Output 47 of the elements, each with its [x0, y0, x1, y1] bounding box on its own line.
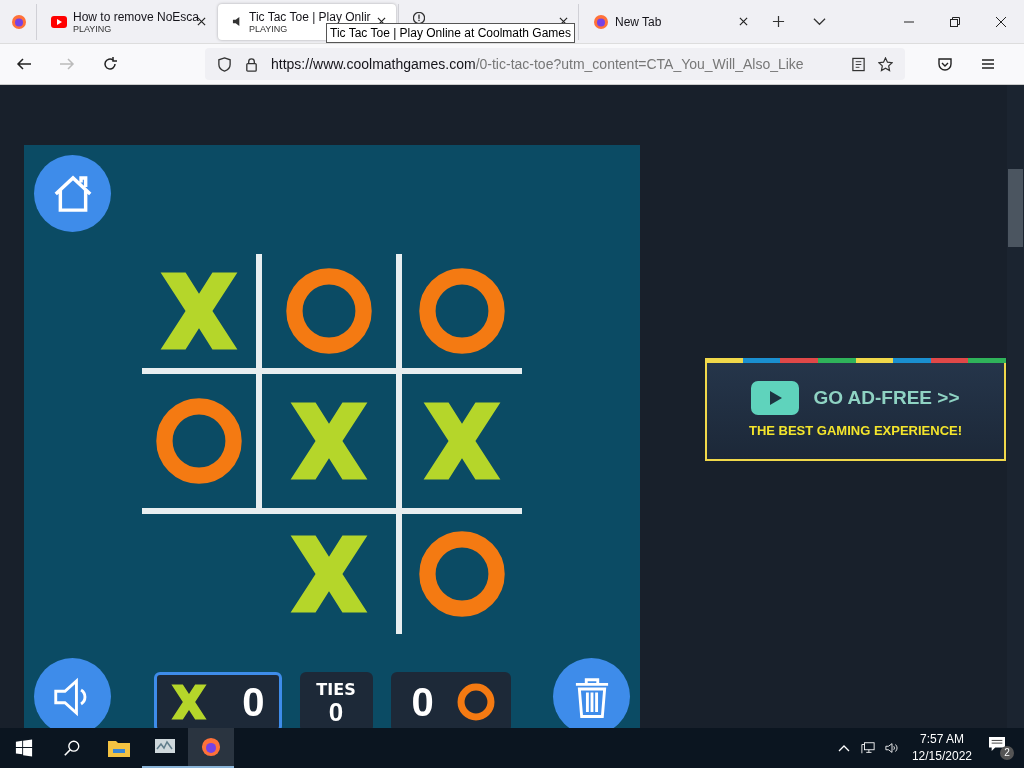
ad-tagline: THE BEST GAMING EXPERIENCE! [748, 423, 963, 438]
firefox-icon[interactable] [11, 13, 27, 30]
ad-headline: GO AD-FREE >> [813, 387, 960, 409]
close-icon[interactable] [995, 15, 1007, 28]
reader-view-icon[interactable] [851, 56, 866, 72]
info-icon [413, 11, 425, 24]
plus-icon[interactable] [772, 15, 785, 28]
notification-count: 2 [1000, 746, 1014, 760]
restore-icon[interactable] [949, 15, 961, 28]
video-play-icon [51, 13, 67, 30]
address-bar[interactable]: https://www.coolmathgames.com/0-tic-tac-toe?utm_content=CTA_You_Will_Also_Like [205, 48, 905, 80]
browser-tab[interactable]: How to remove NoEsca PLAYING [36, 3, 216, 40]
tab-status: PLAYING [73, 23, 112, 34]
score-value: 0 [411, 679, 434, 725]
url-text: https://www.coolmathgames.com/0-tic-tac-toe?utm_content=CTA_You_Will_Also_Like [271, 56, 804, 72]
search-icon[interactable] [63, 739, 81, 757]
network-icon[interactable] [860, 741, 875, 755]
notification-icon[interactable] [988, 736, 1006, 752]
firefox-icon[interactable] [188, 728, 234, 768]
score-value: 0 [328, 698, 344, 725]
ties-label: TIES [316, 679, 356, 699]
reload-icon[interactable] [102, 56, 118, 72]
ad-banner[interactable]: GO AD-FREE >> THE BEST GAMING EXPERIENCE! [705, 361, 1006, 461]
clock-date[interactable]: 12/15/2022 [911, 748, 972, 765]
menu-icon[interactable] [980, 56, 996, 72]
clock-time[interactable]: 7:57 AM [919, 731, 964, 748]
close-icon[interactable] [739, 17, 748, 26]
lock-icon[interactable] [244, 56, 259, 72]
play-icon [751, 381, 800, 415]
pocket-icon[interactable] [937, 56, 953, 72]
score-value: 0 [242, 679, 265, 725]
tab-title: New Tab [615, 14, 662, 29]
back-arrow-icon[interactable] [16, 56, 32, 72]
tab-status: PLAYING [249, 23, 288, 34]
chevron-down-icon[interactable] [813, 15, 826, 28]
close-icon[interactable] [559, 17, 568, 26]
tab-tooltip: Tic Tac Toe | Play Online at Coolmath Games [326, 23, 575, 43]
tab-title: How to remove NoEsca [73, 9, 200, 24]
close-icon[interactable] [197, 17, 206, 26]
windows-start-icon[interactable] [15, 739, 33, 757]
star-icon[interactable] [878, 56, 893, 72]
firefox-icon [593, 13, 609, 30]
browser-tab[interactable]: New Tab [578, 3, 758, 40]
shield-icon[interactable] [217, 56, 232, 72]
tab-title: Tic Tac Toe | Play Onlir [249, 9, 371, 24]
scrollbar[interactable] [1007, 85, 1024, 728]
volume-icon[interactable] [884, 741, 899, 755]
